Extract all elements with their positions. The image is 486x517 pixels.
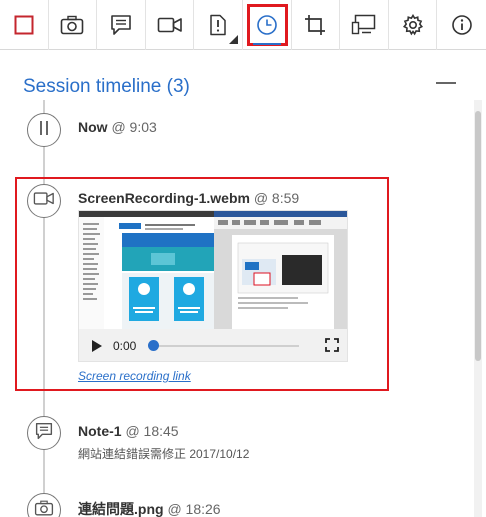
devices-button[interactable] [340, 0, 389, 50]
timeline-item-time: @ 8:59 [253, 190, 300, 206]
timeline-item-name: Note-1 [78, 423, 122, 439]
video-current-time: 0:00 [113, 339, 137, 353]
video-frame-right [214, 211, 347, 329]
timeline-item-recording[interactable]: ScreenRecording-1.webm @ 8:59 [78, 190, 299, 206]
settings-icon [402, 14, 424, 36]
note-text: 網站連結錯誤需修正 2017/10/12 [78, 447, 250, 461]
stop-icon [14, 15, 34, 35]
camera-icon [60, 15, 84, 35]
timeline-item-name: Now [78, 119, 108, 135]
capture-screenshot-button[interactable] [49, 0, 98, 50]
timeline-item-screenshot[interactable]: 連結問題.png @ 18:26 [78, 499, 221, 517]
devices-icon [351, 14, 377, 36]
video-controls: 0:00 [79, 329, 347, 361]
crop-button[interactable] [292, 0, 341, 50]
clock-icon [256, 14, 278, 36]
settings-button[interactable] [389, 0, 438, 50]
crop-icon [303, 13, 327, 37]
pause-icon [37, 120, 51, 141]
timeline-item-note[interactable]: Note-1 @ 18:45 [78, 423, 179, 439]
about-button[interactable] [437, 0, 486, 50]
timeline-item-screenshot-icon [27, 493, 61, 517]
seek-track[interactable] [153, 345, 299, 347]
video-player[interactable]: 0:00 [78, 210, 348, 362]
fullscreen-icon[interactable] [325, 338, 339, 357]
timeline-item-name: ScreenRecording-1.webm [78, 190, 250, 206]
video-camera-icon [33, 191, 55, 211]
timeline-item-name: 連結問題.png [78, 501, 164, 517]
stop-recording-button[interactable] [0, 0, 49, 50]
session-timeline-button[interactable] [243, 0, 292, 50]
note-icon [35, 422, 53, 445]
dropdown-triangle-icon [228, 35, 238, 44]
report-issue-button[interactable] [194, 0, 243, 50]
timeline-item-now: Now @ 9:03 [78, 119, 157, 135]
play-icon[interactable] [91, 339, 103, 358]
timeline-item-recording-icon [27, 184, 61, 218]
record-video-button[interactable] [146, 0, 195, 50]
video-camera-icon [157, 16, 183, 34]
note-icon [110, 14, 132, 36]
seek-thumb[interactable] [148, 340, 159, 351]
collapse-panel-button[interactable] [436, 82, 456, 84]
timeline-item-note-icon [27, 416, 61, 450]
timeline-item-time: @ 9:03 [111, 119, 157, 135]
timeline-item-time: @ 18:45 [125, 423, 179, 439]
timeline-item-time: @ 18:26 [167, 501, 221, 517]
timeline-item-now-icon [27, 113, 61, 147]
report-issue-icon [209, 14, 227, 36]
panel-title: Session timeline (3) [23, 76, 190, 97]
add-note-button[interactable] [97, 0, 146, 50]
screen-recording-link[interactable]: Screen recording link [78, 369, 191, 383]
scrollbar-thumb[interactable] [475, 111, 481, 361]
toolbar [0, 0, 486, 50]
video-frame-left [79, 211, 214, 329]
camera-icon [34, 500, 54, 517]
info-icon [451, 14, 473, 36]
